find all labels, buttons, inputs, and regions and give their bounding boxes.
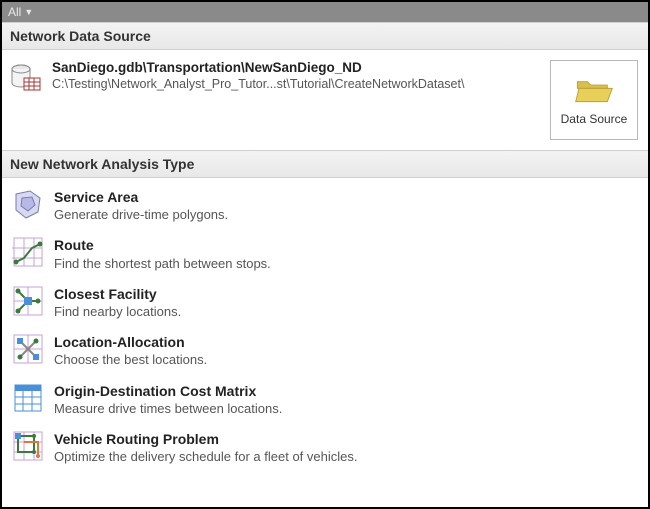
data-source-panel: SanDiego.gdb\Transportation\NewSanDiego_… — [2, 50, 648, 150]
row-title: Vehicle Routing Problem — [54, 430, 357, 448]
location-allocation-icon — [12, 333, 44, 365]
data-source-button-label: Data Source — [561, 112, 628, 126]
filter-label: All — [8, 5, 21, 19]
data-source-title: SanDiego.gdb\Transportation\NewSanDiego_… — [52, 60, 540, 75]
section-header-data-source: Network Data Source — [2, 22, 648, 50]
analysis-type-vrp[interactable]: Vehicle Routing Problem Optimize the del… — [2, 424, 648, 472]
row-title: Closest Facility — [54, 285, 181, 303]
service-area-icon — [12, 188, 44, 220]
geodatabase-icon — [10, 62, 42, 94]
analysis-type-route[interactable]: Route Find the shortest path between sto… — [2, 230, 648, 278]
data-source-button[interactable]: Data Source — [550, 60, 638, 140]
od-cost-matrix-icon — [12, 382, 44, 414]
row-desc: Find nearby locations. — [54, 303, 181, 321]
row-desc: Find the shortest path between stops. — [54, 255, 271, 273]
analysis-type-service-area[interactable]: Service Area Generate drive-time polygon… — [2, 182, 648, 230]
vrp-icon — [12, 430, 44, 462]
route-icon — [12, 236, 44, 268]
row-desc: Choose the best locations. — [54, 351, 207, 369]
row-title: Service Area — [54, 188, 228, 206]
analysis-type-closest-facility[interactable]: Closest Facility Find nearby locations. — [2, 279, 648, 327]
row-title: Route — [54, 236, 271, 254]
row-desc: Generate drive-time polygons. — [54, 206, 228, 224]
row-desc: Optimize the delivery schedule for a fle… — [54, 448, 357, 466]
folder-open-icon — [574, 74, 614, 106]
filter-bar[interactable]: All ▼ — [2, 2, 648, 22]
chevron-down-icon: ▼ — [24, 7, 33, 17]
section-header-analysis: New Network Analysis Type — [2, 150, 648, 178]
data-source-path: C:\Testing\Network_Analyst_Pro_Tutor...s… — [52, 77, 540, 91]
analysis-type-od-matrix[interactable]: Origin-Destination Cost Matrix Measure d… — [2, 376, 648, 424]
analysis-type-list: Service Area Generate drive-time polygon… — [2, 178, 648, 476]
row-desc: Measure drive times between locations. — [54, 400, 282, 418]
closest-facility-icon — [12, 285, 44, 317]
row-title: Origin-Destination Cost Matrix — [54, 382, 282, 400]
row-title: Location-Allocation — [54, 333, 207, 351]
analysis-type-location-allocation[interactable]: Location-Allocation Choose the best loca… — [2, 327, 648, 375]
